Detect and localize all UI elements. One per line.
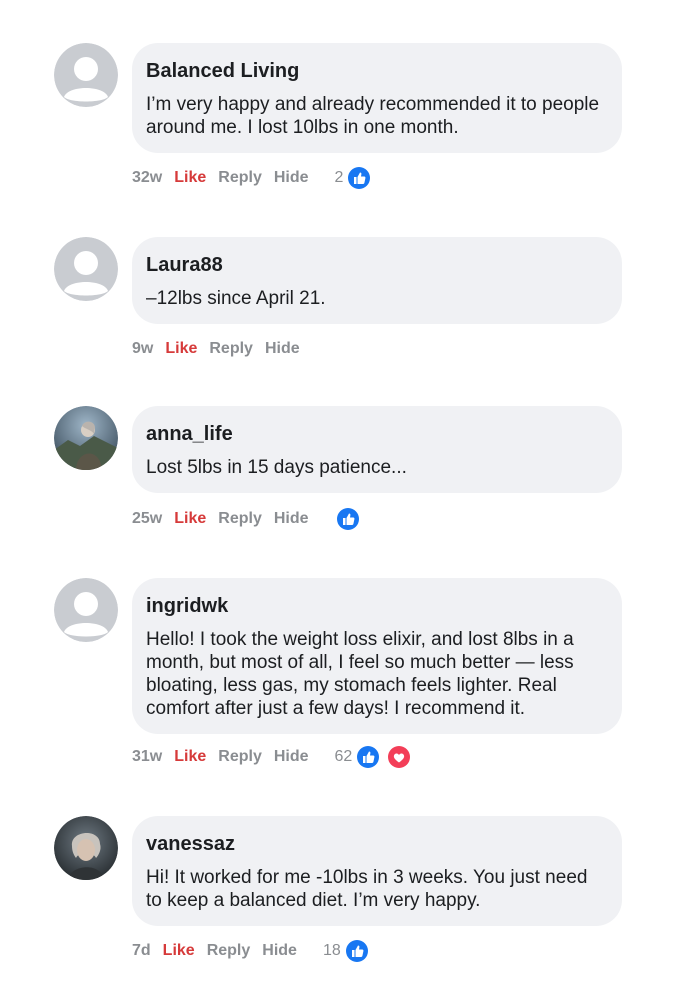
- comment-timestamp[interactable]: 31w: [132, 745, 162, 769]
- reply-button[interactable]: Reply: [207, 939, 251, 963]
- comment-text: Hello! I took the weight loss elixir, an…: [146, 629, 574, 719]
- reply-button[interactable]: Reply: [218, 166, 262, 190]
- like-icon: [355, 744, 382, 770]
- comment-text: I’m very happy and already recommended i…: [146, 94, 600, 138]
- like-button[interactable]: Like: [174, 166, 206, 190]
- comment-actions: 31w Like Reply Hide 62: [132, 744, 425, 770]
- comment-text: –12lbs since April 21.: [146, 288, 326, 309]
- comment-text: Lost 5lbs in 15 days patience...: [146, 457, 407, 478]
- like-icon: [334, 506, 361, 532]
- like-icon: [346, 165, 373, 191]
- comment-author[interactable]: vanessaz: [146, 832, 608, 856]
- like-button[interactable]: Like: [165, 337, 197, 361]
- like-button[interactable]: Like: [174, 745, 206, 769]
- hide-button[interactable]: Hide: [262, 939, 297, 963]
- comment-author[interactable]: Balanced Living: [146, 59, 608, 83]
- hide-button[interactable]: Hide: [274, 507, 309, 531]
- comment-actions: 9w Like Reply Hide: [132, 337, 312, 361]
- default-avatar-icon[interactable]: [54, 237, 118, 301]
- comment-bubble: Laura88 –12lbs since April 21.: [132, 237, 622, 324]
- reply-button[interactable]: Reply: [218, 745, 262, 769]
- photo-avatar[interactable]: [54, 816, 118, 880]
- default-avatar-icon[interactable]: [54, 43, 118, 107]
- reaction-count: 62: [334, 748, 353, 765]
- comment-bubble: anna_life Lost 5lbs in 15 days patience.…: [132, 406, 622, 493]
- comment-timestamp[interactable]: 32w: [132, 166, 162, 190]
- comment-bubble: vanessaz Hi! It worked for me -10lbs in …: [132, 816, 622, 926]
- like-button[interactable]: Like: [174, 507, 206, 531]
- comment-actions: 32w Like Reply Hide 2: [132, 165, 385, 191]
- comment-author[interactable]: Laura88: [146, 253, 608, 277]
- love-icon: [386, 744, 413, 770]
- reaction-summary[interactable]: [334, 506, 373, 532]
- like-button[interactable]: Like: [163, 939, 195, 963]
- photo-avatar[interactable]: [54, 406, 118, 470]
- comment-actions: 25w Like Reply Hide: [132, 506, 373, 532]
- reply-button[interactable]: Reply: [209, 337, 253, 361]
- comment-author[interactable]: ingridwk: [146, 594, 608, 618]
- hide-button[interactable]: Hide: [274, 745, 309, 769]
- reaction-summary[interactable]: 2: [335, 165, 385, 191]
- reaction-count: 2: [334, 169, 344, 186]
- comment-timestamp[interactable]: 25w: [132, 507, 162, 531]
- comment-bubble: Balanced Living I’m very happy and alrea…: [132, 43, 622, 153]
- like-icon: [343, 938, 370, 964]
- comment-actions: 7d Like Reply Hide 18: [132, 938, 382, 964]
- comment-text: Hi! It worked for me -10lbs in 3 weeks. …: [146, 867, 588, 911]
- default-avatar-icon[interactable]: [54, 578, 118, 642]
- reaction-count: 18: [322, 942, 341, 959]
- comment-timestamp[interactable]: 9w: [132, 337, 153, 361]
- reaction-summary[interactable]: 18: [323, 938, 382, 964]
- hide-button[interactable]: Hide: [274, 166, 309, 190]
- comment-author[interactable]: anna_life: [146, 422, 608, 446]
- reaction-summary[interactable]: 62: [335, 744, 425, 770]
- comment-bubble: ingridwk Hello! I took the weight loss e…: [132, 578, 622, 734]
- comment-timestamp[interactable]: 7d: [132, 939, 151, 963]
- reply-button[interactable]: Reply: [218, 507, 262, 531]
- hide-button[interactable]: Hide: [265, 337, 300, 361]
